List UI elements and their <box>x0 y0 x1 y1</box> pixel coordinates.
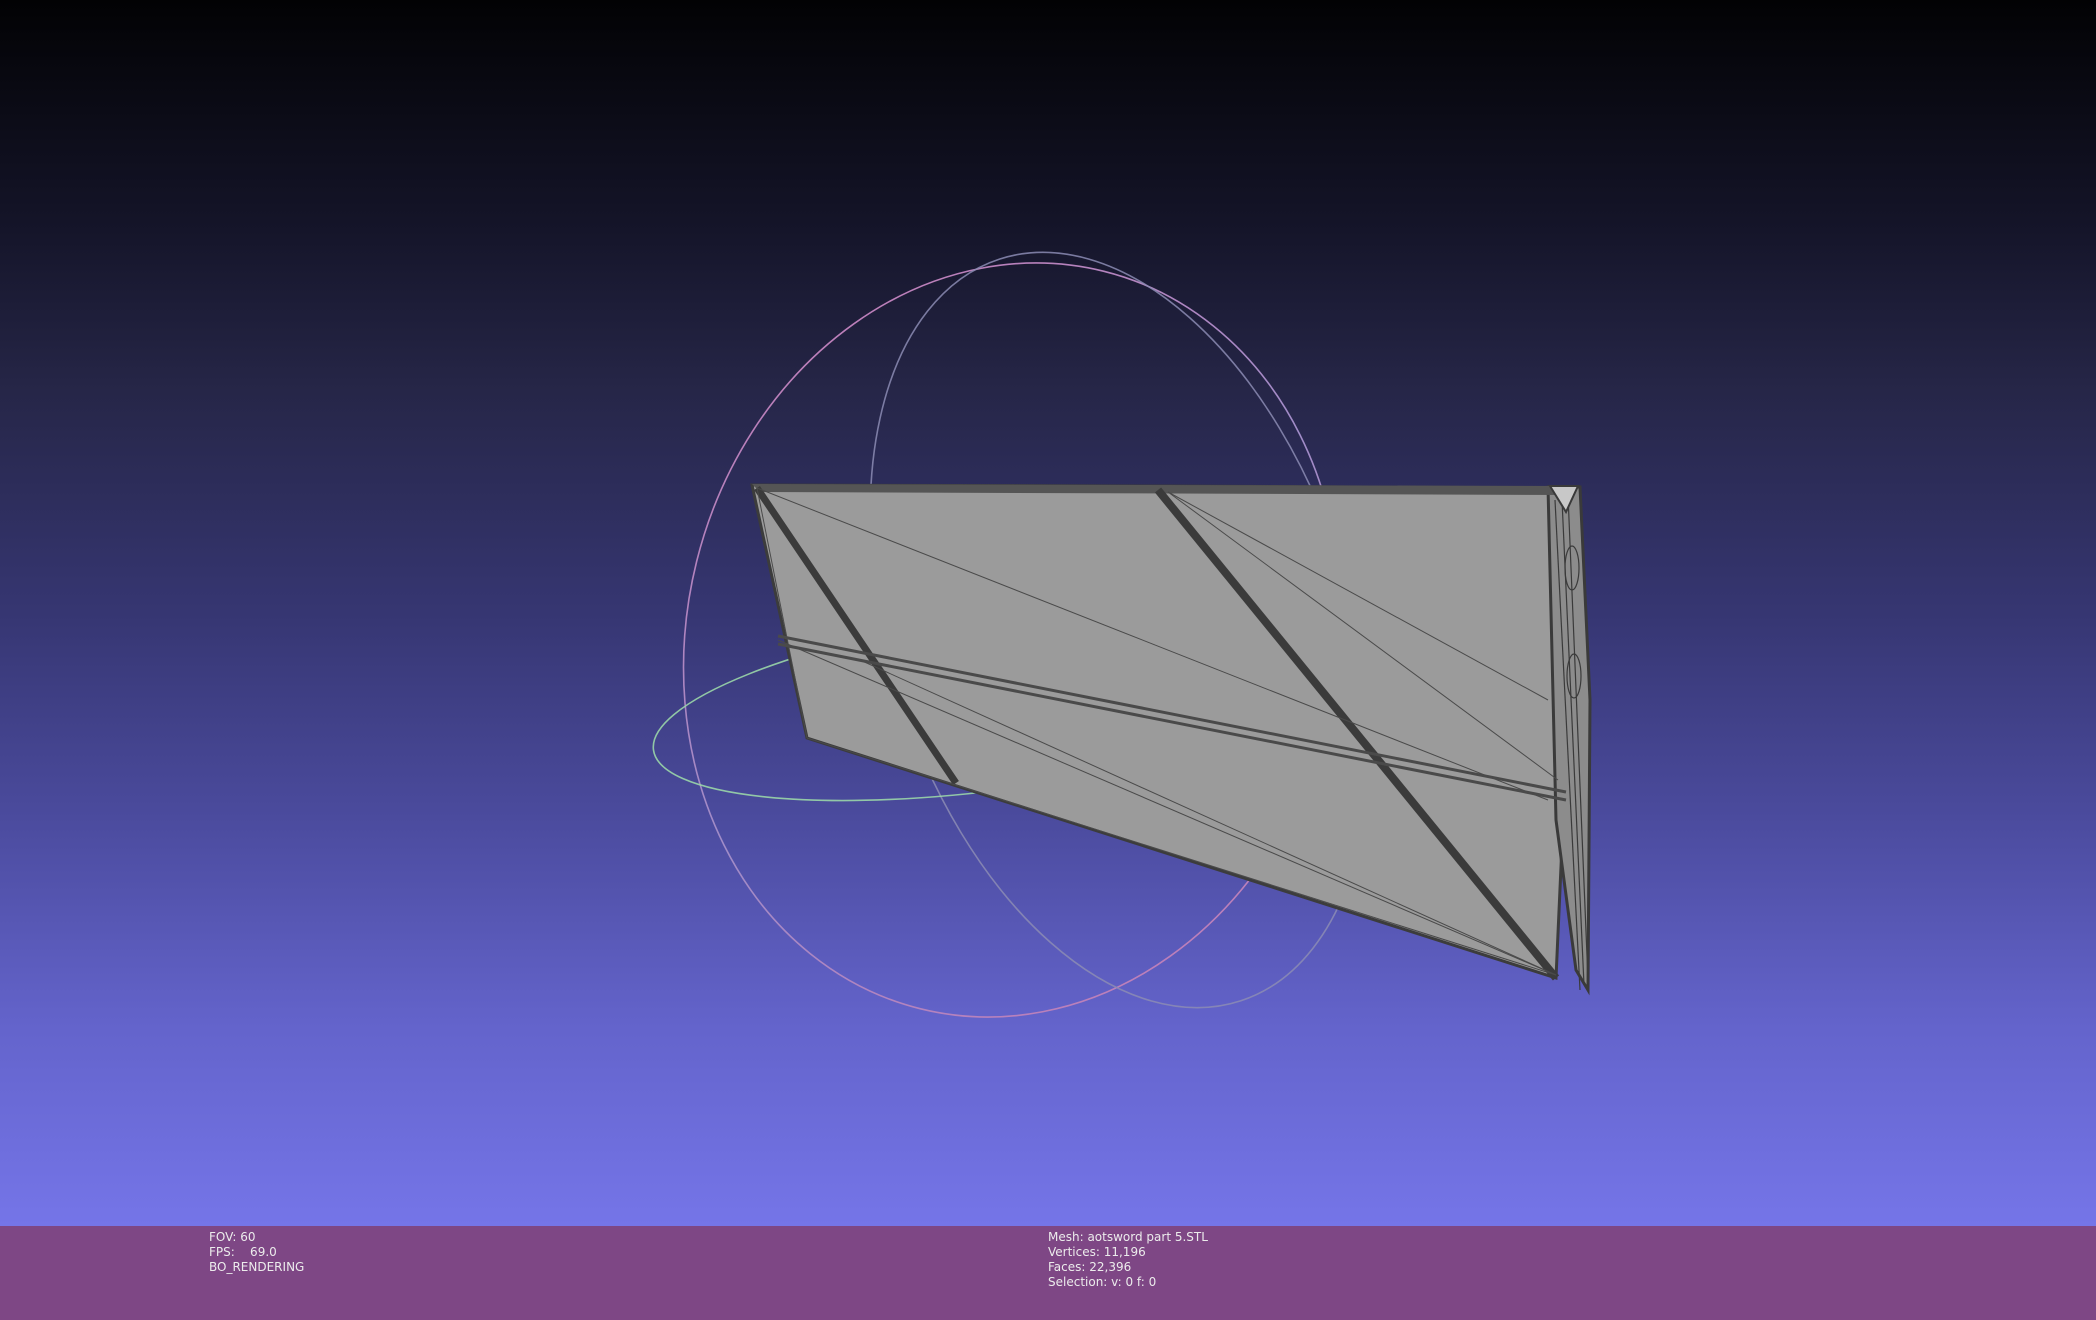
mesh-info: Mesh: aotsword part 5.STL Vertices: 11,1… <box>1048 1230 1208 1290</box>
3d-viewport[interactable] <box>0 0 2096 1226</box>
render-info: FOV: 60 FPS: 69.0 BO_RENDERING <box>209 1230 304 1275</box>
mesh-model[interactable] <box>750 483 1592 996</box>
scene-canvas[interactable] <box>0 0 2096 1226</box>
selection-info: Selection: v: 0 f: 0 <box>1048 1275 1157 1289</box>
mesh-front-face <box>750 483 1580 981</box>
fps-readout: FPS: 69.0 <box>209 1245 277 1259</box>
mesh-name: Mesh: aotsword part 5.STL <box>1048 1230 1208 1244</box>
status-bar: FOV: 60 FPS: 69.0 BO_RENDERING Mesh: aot… <box>0 1226 2096 1320</box>
fov-readout: FOV: 60 <box>209 1230 256 1244</box>
face-count: Faces: 22,396 <box>1048 1260 1132 1274</box>
vertex-count: Vertices: 11,196 <box>1048 1245 1146 1259</box>
render-mode: BO_RENDERING <box>209 1260 305 1274</box>
